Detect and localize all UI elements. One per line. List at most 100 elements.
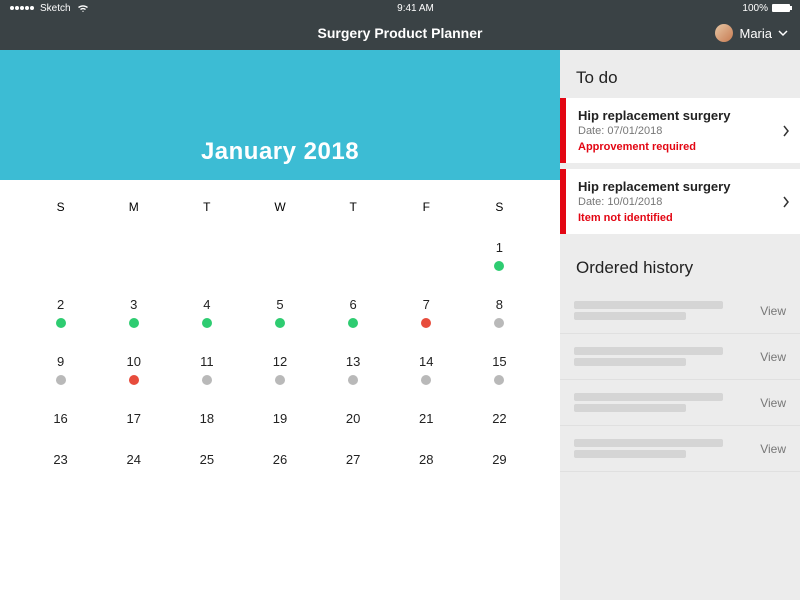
calendar-hero: January 2018: [0, 50, 560, 180]
calendar-weekday: T: [170, 200, 243, 214]
history-view-link[interactable]: View: [760, 442, 786, 456]
user-menu[interactable]: Maria: [715, 24, 788, 42]
todo-date: Date: 07/01/2018: [578, 125, 782, 137]
calendar-day-number: 18: [200, 411, 214, 426]
sidebar: To do Hip replacement surgery Date: 07/01…: [560, 50, 800, 600]
calendar-day-dot: [129, 318, 139, 328]
calendar-day[interactable]: 27: [317, 452, 390, 467]
calendar-day-dot: [275, 318, 285, 328]
calendar-week-row: 16 17 18 192021 22: [24, 411, 536, 426]
calendar-day-dot: [202, 318, 212, 328]
history-item[interactable]: View: [560, 380, 800, 426]
calendar-day-dot: [421, 375, 431, 385]
calendar-day[interactable]: 20: [317, 411, 390, 426]
history-placeholder: [574, 390, 760, 415]
calendar-day-number: 24: [126, 452, 140, 467]
calendar-day-number: 11: [200, 354, 214, 369]
todo-date: Date: 10/01/2018: [578, 196, 782, 208]
calendar-weekday: S: [463, 200, 536, 214]
calendar-week-row: 23 24 25 26 272829: [24, 452, 536, 467]
calendar-weekday: M: [97, 200, 170, 214]
calendar-day-number: 9: [57, 354, 64, 369]
todo-list: Hip replacement surgeryDate: 07/01/2018A…: [560, 98, 800, 240]
calendar-day-number: 15: [492, 354, 506, 369]
battery-icon: [772, 4, 790, 12]
calendar-day[interactable]: 23: [24, 452, 97, 467]
calendar-day[interactable]: 18: [170, 411, 243, 426]
history-item[interactable]: View: [560, 288, 800, 334]
todo-heading: To do: [560, 50, 800, 98]
calendar-day[interactable]: 24: [97, 452, 170, 467]
calendar-day-number: 8: [496, 297, 503, 312]
calendar-day[interactable]: 28: [390, 452, 463, 467]
calendar-day[interactable]: 15: [463, 354, 536, 385]
carrier-label: Sketch: [40, 3, 71, 14]
calendar-day-number: 25: [200, 452, 214, 467]
history-view-link[interactable]: View: [760, 304, 786, 318]
calendar-day[interactable]: 1: [463, 240, 536, 271]
calendar-day[interactable]: 2: [24, 297, 97, 328]
todo-title: Hip replacement surgery: [578, 108, 782, 123]
calendar-day-number: 23: [53, 452, 67, 467]
calendar-day[interactable]: 6: [317, 297, 390, 328]
calendar-day-number: 5: [276, 297, 283, 312]
todo-status: Item not identified: [578, 212, 782, 224]
calendar-day[interactable]: 21: [390, 411, 463, 426]
calendar-day-number: 10: [126, 354, 140, 369]
calendar-day[interactable]: 7: [390, 297, 463, 328]
calendar-day[interactable]: 4: [170, 297, 243, 328]
calendar-day[interactable]: 8: [463, 297, 536, 328]
calendar-weekday: F: [390, 200, 463, 214]
calendar-day-number: 1: [496, 240, 503, 255]
user-name: Maria: [739, 26, 772, 41]
calendar-day-number: 16: [53, 411, 67, 426]
calendar-day[interactable]: 11: [170, 354, 243, 385]
calendar-day-number: 6: [350, 297, 357, 312]
calendar-weekday: T: [317, 200, 390, 214]
calendar-day-number: 2: [57, 297, 64, 312]
calendar-day[interactable]: 12: [243, 354, 316, 385]
history-item[interactable]: View: [560, 426, 800, 472]
calendar-week-row: 9 10 11 12 13 14 15: [24, 354, 536, 385]
signal-dots-icon: [10, 6, 34, 10]
todo-item[interactable]: Hip replacement surgeryDate: 07/01/2018A…: [560, 98, 800, 163]
calendar-day[interactable]: 14: [390, 354, 463, 385]
chevron-right-icon: [782, 196, 790, 208]
calendar-day[interactable]: 19: [243, 411, 316, 426]
calendar-day-number: 7: [423, 297, 430, 312]
calendar-day-dot: [56, 375, 66, 385]
calendar-day-dot: [129, 375, 139, 385]
history-view-link[interactable]: View: [760, 350, 786, 364]
calendar-day[interactable]: 17: [97, 411, 170, 426]
calendar-day-number: 13: [346, 354, 360, 369]
calendar-day[interactable]: 3: [97, 297, 170, 328]
calendar-day-dot: [494, 375, 504, 385]
calendar-day[interactable]: 10: [97, 354, 170, 385]
calendar-body: 1234567891011121314151617181920212223242…: [24, 240, 536, 467]
calendar-day[interactable]: 25: [170, 452, 243, 467]
calendar-weekday-row: SMTWTFS: [24, 200, 536, 214]
status-bar: Sketch 9:41 AM 100%: [0, 0, 800, 16]
calendar-day[interactable]: 26: [243, 452, 316, 467]
history-heading: Ordered history: [560, 240, 800, 288]
calendar-day[interactable]: 16: [24, 411, 97, 426]
calendar-day-number: 12: [273, 354, 287, 369]
calendar-day-number: 22: [492, 411, 506, 426]
calendar-week-row: 1: [24, 240, 536, 271]
calendar-day-dot: [275, 375, 285, 385]
calendar-day[interactable]: 5: [243, 297, 316, 328]
history-view-link[interactable]: View: [760, 396, 786, 410]
avatar: [715, 24, 733, 42]
calendar-day[interactable]: 9: [24, 354, 97, 385]
calendar-day-number: 26: [273, 452, 287, 467]
todo-title: Hip replacement surgery: [578, 179, 782, 194]
calendar-day[interactable]: 22: [463, 411, 536, 426]
history-list: View View View View: [560, 288, 800, 472]
chevron-down-icon: [778, 28, 788, 38]
calendar-day-number: 14: [419, 354, 433, 369]
title-bar: Surgery Product Planner Maria: [0, 16, 800, 50]
calendar-day[interactable]: 13: [317, 354, 390, 385]
calendar-day[interactable]: 29: [463, 452, 536, 467]
history-item[interactable]: View: [560, 334, 800, 380]
todo-item[interactable]: Hip replacement surgery Date: 10/01/2018 I…: [560, 169, 800, 234]
